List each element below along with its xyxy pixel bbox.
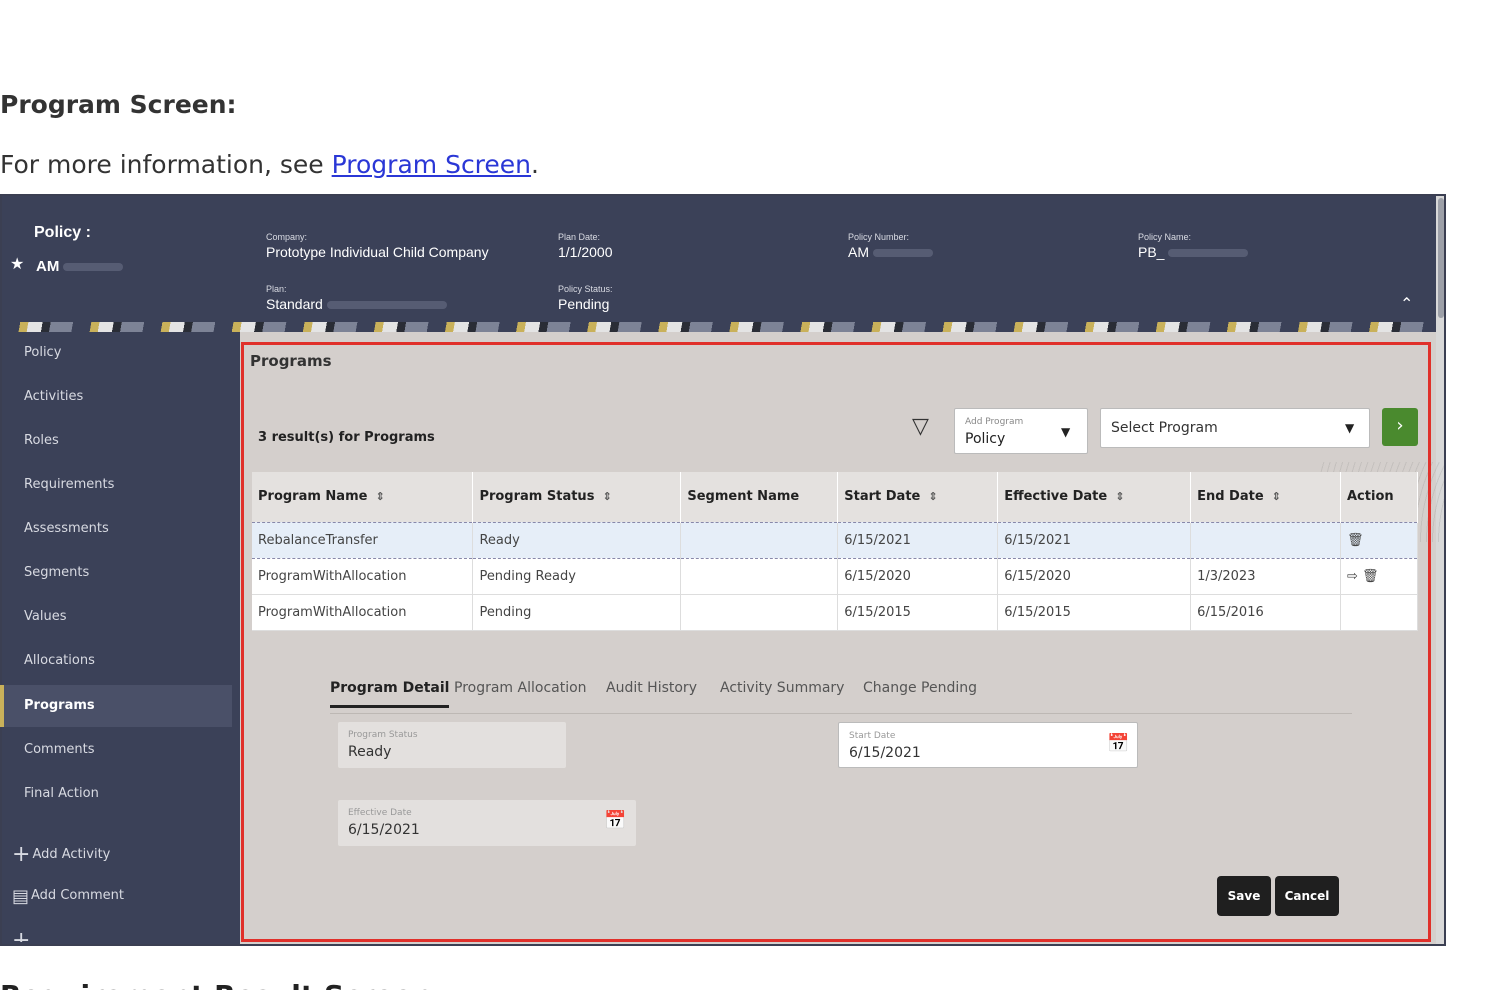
policy-name-field: Policy Name: PB_ [1138, 232, 1249, 260]
doc-intro: For more information, see Program Screen… [0, 150, 539, 179]
programs-table: Program Name ⇕ Program Status ⇕ Segment Na… [252, 472, 1418, 631]
company-field: Company: Prototype Individual Child Comp… [266, 232, 489, 260]
program-screen-link[interactable]: Program Screen [332, 150, 531, 179]
column-header-action: Action [1340, 472, 1418, 522]
program-status-field: Program Status Ready [338, 722, 566, 768]
policy-header: Policy : ★ AM Company: Prototype Individ… [2, 196, 1436, 324]
sort-icon: ⇕ [1115, 490, 1125, 504]
column-header-effective-date[interactable]: Effective Date ⇕ [997, 472, 1192, 522]
sidebar-item-policy[interactable]: Policy [0, 332, 232, 374]
add-activity-action[interactable]: + Add Activity [12, 842, 110, 867]
calendar-icon[interactable]: 📅 [1107, 733, 1129, 754]
tab-program-detail[interactable]: Program Detail [330, 680, 450, 708]
cell-program-status: Pending Ready [472, 558, 682, 595]
plus-icon: + [12, 928, 31, 942]
trash-icon[interactable]: 🗑 [1362, 569, 1379, 584]
header-decoration [2, 322, 1436, 332]
go-button[interactable]: › [1382, 408, 1418, 446]
column-header-program-status[interactable]: Program Status ⇕ [472, 472, 682, 522]
cell-segment-name [680, 558, 839, 595]
programs-title: Programs [250, 352, 332, 370]
policy-status-field: Policy Status: Pending [558, 284, 613, 312]
sidebar-item-final-action[interactable]: Final Action [0, 773, 232, 815]
tab-change-pending[interactable]: Change Pending [863, 680, 977, 696]
sidebar-item-values[interactable]: Values [0, 596, 232, 638]
save-button[interactable]: Save [1217, 876, 1271, 916]
plus-icon: + [12, 842, 31, 867]
sidebar-item-comments[interactable]: Comments [0, 729, 232, 771]
scrollbar-thumb[interactable] [1438, 198, 1444, 318]
tab-audit-history[interactable]: Audit History [606, 680, 697, 696]
add-comment-action[interactable]: ▤ Add Comment [12, 886, 124, 907]
doc-heading: Program Screen: [0, 90, 237, 119]
cell-start-date: 6/15/2020 [837, 558, 999, 595]
plan-date-field: Plan Date: 1/1/2000 [558, 232, 613, 260]
sidebar-item-assessments[interactable]: Assessments [0, 508, 232, 550]
star-icon[interactable]: ★ [10, 254, 24, 274]
cell-end-date: 6/15/2016 [1190, 594, 1341, 631]
cell-action [1340, 594, 1418, 631]
sidebar-item-roles[interactable]: Roles [0, 420, 232, 462]
sidebar-item-segments[interactable]: Segments [0, 552, 232, 594]
policy-number-field: Policy Number: AM [848, 232, 933, 260]
sidebar-item-allocations[interactable]: Allocations [0, 640, 232, 682]
cancel-button[interactable]: Cancel [1275, 876, 1339, 916]
policy-id: AM [36, 258, 124, 275]
arrow-right-icon[interactable]: ⇨ [1347, 569, 1358, 584]
cell-program-name: ProgramWithAllocation [252, 558, 474, 595]
plan-field: Plan: Standard [266, 284, 447, 312]
table-row[interactable]: ProgramWithAllocation Pending 6/15/2015 … [252, 594, 1418, 631]
table-header-row: Program Name ⇕ Program Status ⇕ Segment Na… [252, 472, 1418, 522]
cell-program-status: Ready [472, 521, 682, 559]
cell-start-date: 6/15/2015 [837, 594, 999, 631]
cell-action: ⇨ 🗑 [1340, 558, 1418, 595]
filter-icon[interactable]: ▽ [912, 414, 929, 439]
sidebar-item-programs[interactable]: Programs [0, 685, 232, 727]
table-row[interactable]: RebalanceTransfer Ready 6/15/2021 6/15/2… [252, 521, 1418, 559]
detail-tabs: Program Detail Program Allocation Audit … [330, 678, 1352, 714]
cell-segment-name [680, 521, 839, 559]
column-header-segment-name: Segment Name [680, 472, 839, 522]
cell-program-status: Pending [472, 594, 682, 631]
effective-date-field: Effective Date 6/15/2021 📅 [338, 800, 636, 846]
result-count: 3 result(s) for Programs [258, 430, 435, 445]
cell-effective-date: 6/15/2020 [997, 558, 1192, 595]
tab-program-allocation[interactable]: Program Allocation [454, 680, 587, 696]
intro-suffix: . [531, 150, 539, 179]
column-header-start-date[interactable]: Start Date ⇕ [837, 472, 999, 522]
next-section-heading: Requirement Result Screen [0, 972, 433, 990]
policy-label: Policy : [34, 224, 91, 241]
tab-activity-summary[interactable]: Activity Summary [720, 680, 844, 696]
add-program-select[interactable]: Add Program Policy ▼ [954, 408, 1088, 454]
more-action-partial[interactable]: + [12, 928, 32, 942]
sort-icon: ⇕ [375, 490, 385, 504]
dropdown-caret-icon: ▼ [1345, 421, 1355, 435]
dropdown-caret-icon: ▼ [1061, 425, 1071, 439]
sidebar-item-requirements[interactable]: Requirements [0, 464, 232, 506]
cell-segment-name [680, 594, 839, 631]
cell-program-name: ProgramWithAllocation [252, 594, 474, 631]
chevron-up-icon[interactable]: ⌃ [1400, 294, 1413, 314]
cell-action: 🗑 [1340, 521, 1418, 559]
sort-icon: ⇕ [602, 490, 612, 504]
column-header-end-date[interactable]: End Date ⇕ [1190, 472, 1341, 522]
cell-program-name: RebalanceTransfer [252, 521, 474, 559]
trash-icon[interactable]: 🗑 [1347, 533, 1364, 548]
chevron-right-icon: › [1396, 415, 1404, 436]
column-header-program-name[interactable]: Program Name ⇕ [252, 472, 474, 522]
cell-start-date: 6/15/2021 [837, 521, 999, 559]
table-row[interactable]: ProgramWithAllocation Pending Ready 6/15… [252, 558, 1418, 595]
cell-end-date: 1/3/2023 [1190, 558, 1341, 595]
cell-end-date [1190, 521, 1341, 559]
intro-prefix: For more information, see [0, 150, 332, 179]
sidebar-item-activities[interactable]: Activities [0, 376, 232, 418]
comment-add-icon: ▤ [12, 886, 30, 907]
sort-icon: ⇕ [1271, 490, 1281, 504]
calendar-icon: 📅 [604, 810, 627, 831]
select-program-dropdown[interactable]: Select Program ▼ [1100, 408, 1370, 448]
cell-effective-date: 6/15/2015 [997, 594, 1192, 631]
start-date-field[interactable]: Start Date 6/15/2021 📅 [838, 722, 1138, 768]
sort-icon: ⇕ [928, 490, 938, 504]
cell-effective-date: 6/15/2021 [997, 521, 1192, 559]
